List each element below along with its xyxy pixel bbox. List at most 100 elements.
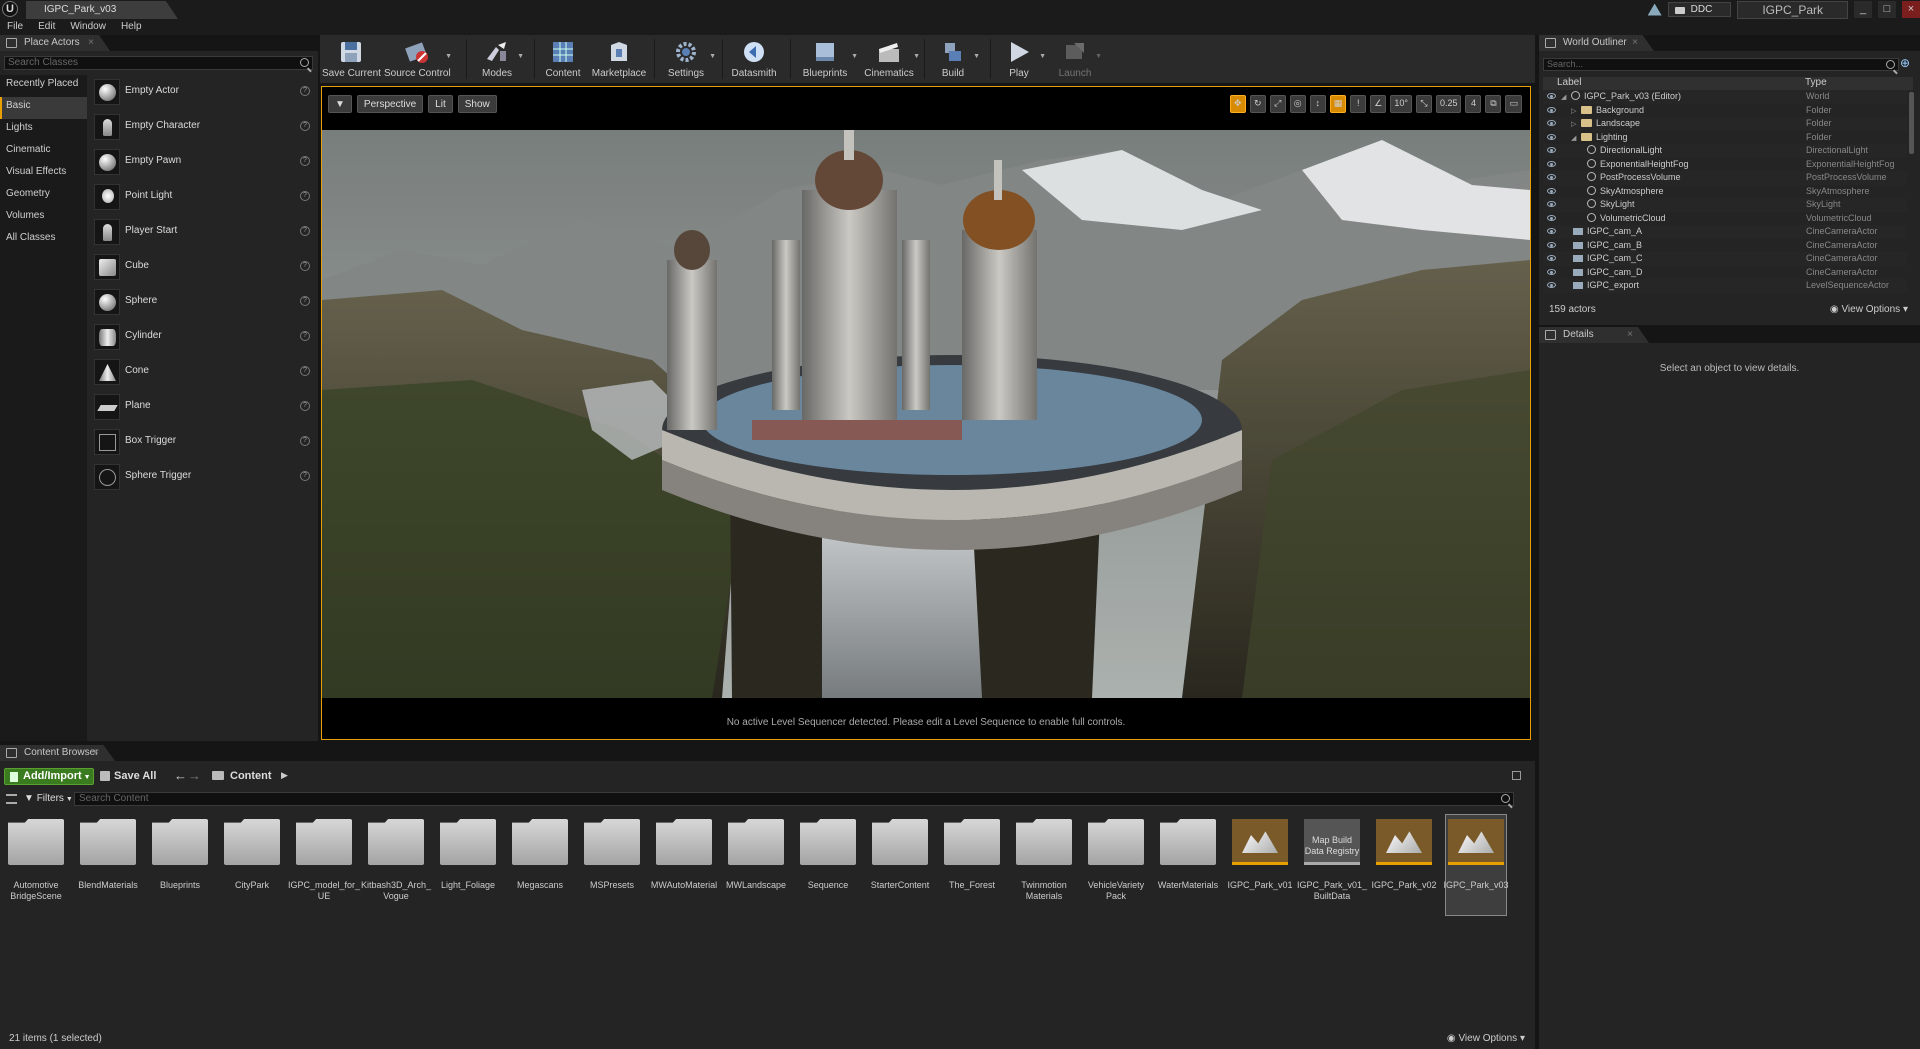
outliner-row[interactable]: IGPC_export LevelSequenceActor xyxy=(1543,279,1907,293)
collapsed-arrow-icon[interactable]: ▷ xyxy=(1571,118,1581,131)
actor-item-empty-character[interactable]: Empty Character? xyxy=(92,110,314,145)
actor-item-sphere-trigger[interactable]: Sphere Trigger? xyxy=(92,460,314,495)
folder-tile[interactable]: Sequence xyxy=(798,815,858,915)
tab-content-browser[interactable]: Content Browser × xyxy=(0,745,115,761)
folder-tile[interactable]: MWAutoMaterial xyxy=(651,815,717,915)
help-icon[interactable]: ? xyxy=(300,331,310,341)
column-label-header[interactable]: Label xyxy=(1557,77,1581,88)
level-asset-tile[interactable]: IGPC_Park_v01 xyxy=(1227,815,1293,915)
search-content-input[interactable]: Search Content xyxy=(74,792,1514,806)
category-all-classes[interactable]: All Classes xyxy=(0,229,87,251)
cinematics-button[interactable]: Cinematics ▼ xyxy=(860,35,920,83)
outliner-row[interactable]: DirectionalLight DirectionalLight xyxy=(1543,144,1907,158)
chevron-down-icon[interactable]: ▼ xyxy=(445,53,452,60)
folder-tile[interactable]: CityPark xyxy=(222,815,282,915)
folder-tile[interactable]: Light_Foliage xyxy=(438,815,498,915)
visibility-eye-icon[interactable] xyxy=(1547,120,1556,126)
menu-edit[interactable]: Edit xyxy=(38,19,55,35)
build-button[interactable]: Build ▼ xyxy=(928,35,980,83)
visibility-eye-icon[interactable] xyxy=(1547,93,1556,99)
grid-snap-icon[interactable]: ▦ xyxy=(1329,95,1347,113)
folder-tile[interactable]: MSPresets xyxy=(582,815,642,915)
category-cinematic[interactable]: Cinematic xyxy=(0,141,87,163)
outliner-row[interactable]: ExponentialHeightFog ExponentialHeightFog xyxy=(1543,158,1907,172)
help-icon[interactable]: ? xyxy=(300,401,310,411)
tab-close-icon[interactable]: × xyxy=(88,37,94,48)
sources-toggle-icon[interactable] xyxy=(6,794,17,804)
viewport-scene-render[interactable] xyxy=(322,130,1530,698)
angle-snap-value[interactable]: 10° xyxy=(1390,95,1412,113)
visibility-eye-icon[interactable] xyxy=(1547,255,1556,261)
help-icon[interactable]: ? xyxy=(300,191,310,201)
visibility-eye-icon[interactable] xyxy=(1547,201,1556,207)
notification-icon[interactable] xyxy=(1647,3,1662,16)
help-icon[interactable]: ? xyxy=(300,366,310,376)
visibility-eye-icon[interactable] xyxy=(1547,282,1556,288)
forward-arrow-icon[interactable]: → xyxy=(188,768,201,783)
help-icon[interactable]: ? xyxy=(300,261,310,271)
angle-snap-icon[interactable]: ∠ xyxy=(1370,95,1387,113)
outliner-row[interactable]: SkyAtmosphere SkyAtmosphere xyxy=(1543,185,1907,199)
collapsed-arrow-icon[interactable]: ▷ xyxy=(1571,105,1581,118)
datasmith-button[interactable]: Datasmith xyxy=(726,35,782,83)
actor-item-cylinder[interactable]: Cylinder? xyxy=(92,320,314,355)
lit-button[interactable]: Lit xyxy=(428,95,453,113)
save-all-button[interactable]: Save All xyxy=(100,770,156,782)
tab-close-icon[interactable]: × xyxy=(93,747,99,758)
category-recently-placed[interactable]: Recently Placed xyxy=(0,75,87,97)
folder-tile[interactable]: MWLandscape xyxy=(726,815,786,915)
visibility-eye-icon[interactable] xyxy=(1547,133,1556,140)
menu-help[interactable]: Help xyxy=(121,19,142,35)
expand-arrow-icon[interactable]: ◢ xyxy=(1561,91,1571,104)
blueprints-button[interactable]: Blueprints ▼ xyxy=(794,35,858,83)
world-space-icon[interactable]: ◎ xyxy=(1289,95,1306,113)
help-icon[interactable]: ? xyxy=(300,296,310,306)
folder-tile[interactable]: Twinmotion Materials xyxy=(1014,815,1074,915)
outliner-row[interactable]: ◢ Lighting Folder xyxy=(1543,131,1907,145)
camera-speed-button[interactable]: 4 xyxy=(1465,95,1482,113)
translate-tool-icon[interactable]: ✥ xyxy=(1229,95,1246,113)
visibility-eye-icon[interactable] xyxy=(1547,160,1556,167)
outliner-row[interactable]: SkyLight SkyLight xyxy=(1543,198,1907,212)
modes-button[interactable]: Modes ▼ xyxy=(472,35,524,83)
build-data-asset-tile[interactable]: Map Build Data Registry IGPC_Park_v01_ Bu… xyxy=(1297,815,1367,915)
outliner-search-input[interactable]: Search... xyxy=(1543,58,1899,71)
folder-tile[interactable]: Kitbash3D_Arch_ Vogue xyxy=(361,815,431,915)
actor-item-empty-actor[interactable]: Empty Actor? xyxy=(92,75,314,110)
launch-button[interactable]: Launch ▼ xyxy=(1050,35,1102,83)
outliner-row[interactable]: IGPC_cam_C CineCameraActor xyxy=(1543,252,1907,266)
scale-tool-icon[interactable]: ⤢ xyxy=(1269,95,1286,113)
folder-tile[interactable]: StarterContent xyxy=(870,815,930,915)
search-classes-input[interactable]: Search Classes xyxy=(4,56,313,70)
save-current-button[interactable]: Save Current xyxy=(322,35,381,83)
level-asset-tile[interactable]: IGPC_Park_v03 xyxy=(1443,814,1509,916)
actor-item-box-trigger[interactable]: Box Trigger? xyxy=(92,425,314,460)
column-type-header[interactable]: Type xyxy=(1805,77,1827,88)
play-button[interactable]: Play ▼ xyxy=(994,35,1046,83)
category-basic[interactable]: Basic xyxy=(0,97,87,119)
visibility-eye-icon[interactable] xyxy=(1547,214,1556,221)
outliner-row[interactable]: PostProcessVolume PostProcessVolume xyxy=(1543,171,1907,185)
tab-world-outliner[interactable]: World Outliner × xyxy=(1539,35,1654,51)
folder-tile[interactable]: IGPC_model_for_ UE xyxy=(288,815,360,915)
content-view-options[interactable]: ◉ View Options ▾ xyxy=(1447,1033,1525,1044)
menu-file[interactable]: File xyxy=(7,19,23,35)
back-arrow-icon[interactable]: ← xyxy=(174,768,187,783)
folder-tile[interactable]: Blueprints xyxy=(150,815,210,915)
tab-details[interactable]: Details × xyxy=(1539,327,1649,343)
expand-arrow-icon[interactable]: ◢ xyxy=(1571,132,1581,145)
category-volumes[interactable]: Volumes xyxy=(0,207,87,229)
help-icon[interactable]: ? xyxy=(300,226,310,236)
content-button[interactable]: Content xyxy=(538,35,588,83)
category-geometry[interactable]: Geometry xyxy=(0,185,87,207)
folder-tile[interactable]: The_Forest xyxy=(942,815,1002,915)
breadcrumb-arrow-icon[interactable]: ▶ xyxy=(281,770,288,781)
tab-close-icon[interactable]: × xyxy=(1627,329,1633,340)
maximize-viewport-icon[interactable]: ⧉ xyxy=(1485,95,1502,113)
outliner-row[interactable]: IGPC_cam_D CineCameraActor xyxy=(1543,266,1907,280)
folder-tile[interactable]: BlendMaterials xyxy=(78,815,138,915)
outliner-row[interactable]: ▷ Background Folder xyxy=(1543,104,1907,118)
help-icon[interactable]: ? xyxy=(300,86,310,96)
outliner-view-options[interactable]: ◉ View Options ▾ xyxy=(1830,304,1908,315)
chevron-down-icon[interactable]: ▼ xyxy=(851,53,858,60)
